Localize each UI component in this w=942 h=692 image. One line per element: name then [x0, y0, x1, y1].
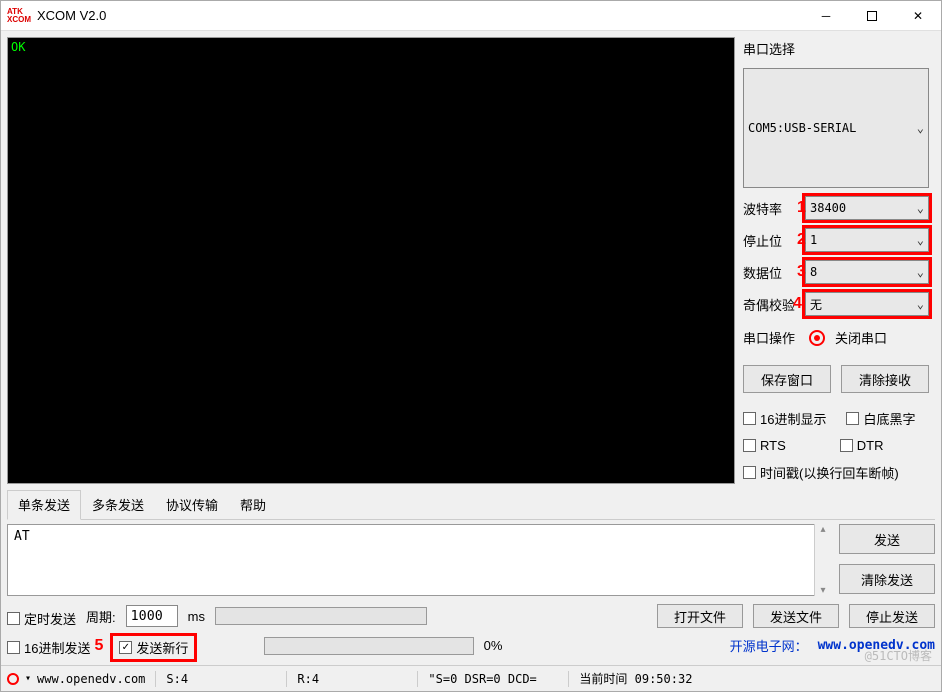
close-button[interactable]: ✕ — [895, 1, 941, 31]
stop-send-button[interactable]: 停止发送 — [849, 604, 935, 628]
open-file-button[interactable]: 打开文件 — [657, 604, 743, 628]
status-url[interactable]: www.openedv.com — [37, 672, 145, 686]
timestamp-checkbox[interactable] — [743, 466, 756, 479]
period-label: 周期: — [86, 607, 116, 626]
period-input[interactable] — [126, 605, 178, 627]
stop-select[interactable]: 1 — [805, 228, 929, 252]
scroll-up-icon[interactable]: ▴ — [820, 524, 825, 535]
send-tabs: 单条发送 多条发送 协议传输 帮助 — [7, 490, 935, 520]
statusbar: ▾ www.openedv.com S:4 R:4 "S=0 DSR=0 DCD… — [1, 665, 941, 691]
send-input[interactable]: AT — [7, 524, 831, 596]
window-title: XCOM V2.0 — [37, 8, 106, 23]
port-op-label: 串口操作 — [743, 328, 799, 347]
tab-multi-send[interactable]: 多条发送 — [81, 490, 155, 519]
maximize-button[interactable] — [849, 1, 895, 31]
annotation-3: 3 — [797, 263, 806, 281]
ms-label: ms — [188, 609, 205, 624]
watermark: @51CTO博客 — [865, 647, 932, 664]
minimize-button[interactable]: ─ — [803, 1, 849, 31]
stop-label: 停止位 — [743, 231, 799, 250]
data-select[interactable]: 8 — [805, 260, 929, 284]
send-newline-checkbox[interactable]: ✓ — [119, 641, 132, 654]
send-file-button[interactable]: 发送文件 — [753, 604, 839, 628]
parity-label: 奇偶校验 — [743, 295, 799, 314]
baud-label: 波特率 — [743, 199, 799, 218]
annotation-5: 5 — [94, 637, 103, 655]
annotation-4: 4 — [793, 295, 802, 313]
status-dropdown-icon[interactable]: ▾ — [25, 673, 31, 684]
hex-send-checkbox[interactable] — [7, 641, 20, 654]
tab-single-send[interactable]: 单条发送 — [7, 490, 81, 520]
parity-select[interactable]: 无 — [805, 292, 929, 316]
rts-checkbox[interactable] — [743, 439, 756, 452]
dtr-checkbox[interactable] — [840, 439, 853, 452]
baud-select[interactable]: 38400 — [805, 196, 929, 220]
tab-protocol[interactable]: 协议传输 — [155, 490, 229, 519]
whitebg-checkbox[interactable] — [846, 412, 859, 425]
annotation-2: 2 — [797, 231, 806, 249]
close-port-button[interactable]: 关闭串口 — [835, 328, 887, 347]
progress-percent: 0% — [484, 638, 503, 653]
terminal-output: OK — [7, 37, 735, 484]
port-select[interactable]: COM5:USB-SERIAL — [743, 68, 929, 188]
hex-display-checkbox[interactable] — [743, 412, 756, 425]
clear-recv-button[interactable]: 清除接收 — [841, 365, 929, 393]
tab-help[interactable]: 帮助 — [229, 490, 277, 519]
timed-send-checkbox[interactable] — [7, 612, 20, 625]
scrollbar[interactable]: ▴▾ — [814, 524, 831, 596]
send-button[interactable]: 发送 — [839, 524, 935, 554]
status-ctl: "S=0 DSR=0 DCD= — [428, 672, 558, 686]
file-path-box[interactable] — [215, 607, 427, 625]
clear-send-button[interactable]: 清除发送 — [839, 564, 935, 594]
status-time: 当前时间 09:50:32 — [579, 670, 692, 687]
data-label: 数据位 — [743, 263, 799, 282]
port-select-label: 串口选择 — [743, 39, 929, 58]
serial-settings-panel: 串口选择 COM5:USB-SERIAL 波特率 1 38400 停止位 2 1… — [735, 31, 941, 490]
status-disc-icon — [7, 673, 19, 685]
terminal-text: OK — [11, 40, 25, 54]
annotation-1: 1 — [797, 199, 806, 217]
status-recv: R:4 — [297, 672, 407, 686]
app-logo-icon: ATKXCOM — [7, 4, 31, 28]
titlebar: ATKXCOM XCOM V2.0 ─ ✕ — [1, 1, 941, 31]
record-icon — [809, 330, 825, 346]
status-sent: S:4 — [166, 672, 276, 686]
save-window-button[interactable]: 保存窗口 — [743, 365, 831, 393]
link-prefix: 开源电子网： — [730, 636, 808, 655]
scroll-down-icon[interactable]: ▾ — [820, 585, 825, 596]
progress-bar — [264, 637, 473, 655]
